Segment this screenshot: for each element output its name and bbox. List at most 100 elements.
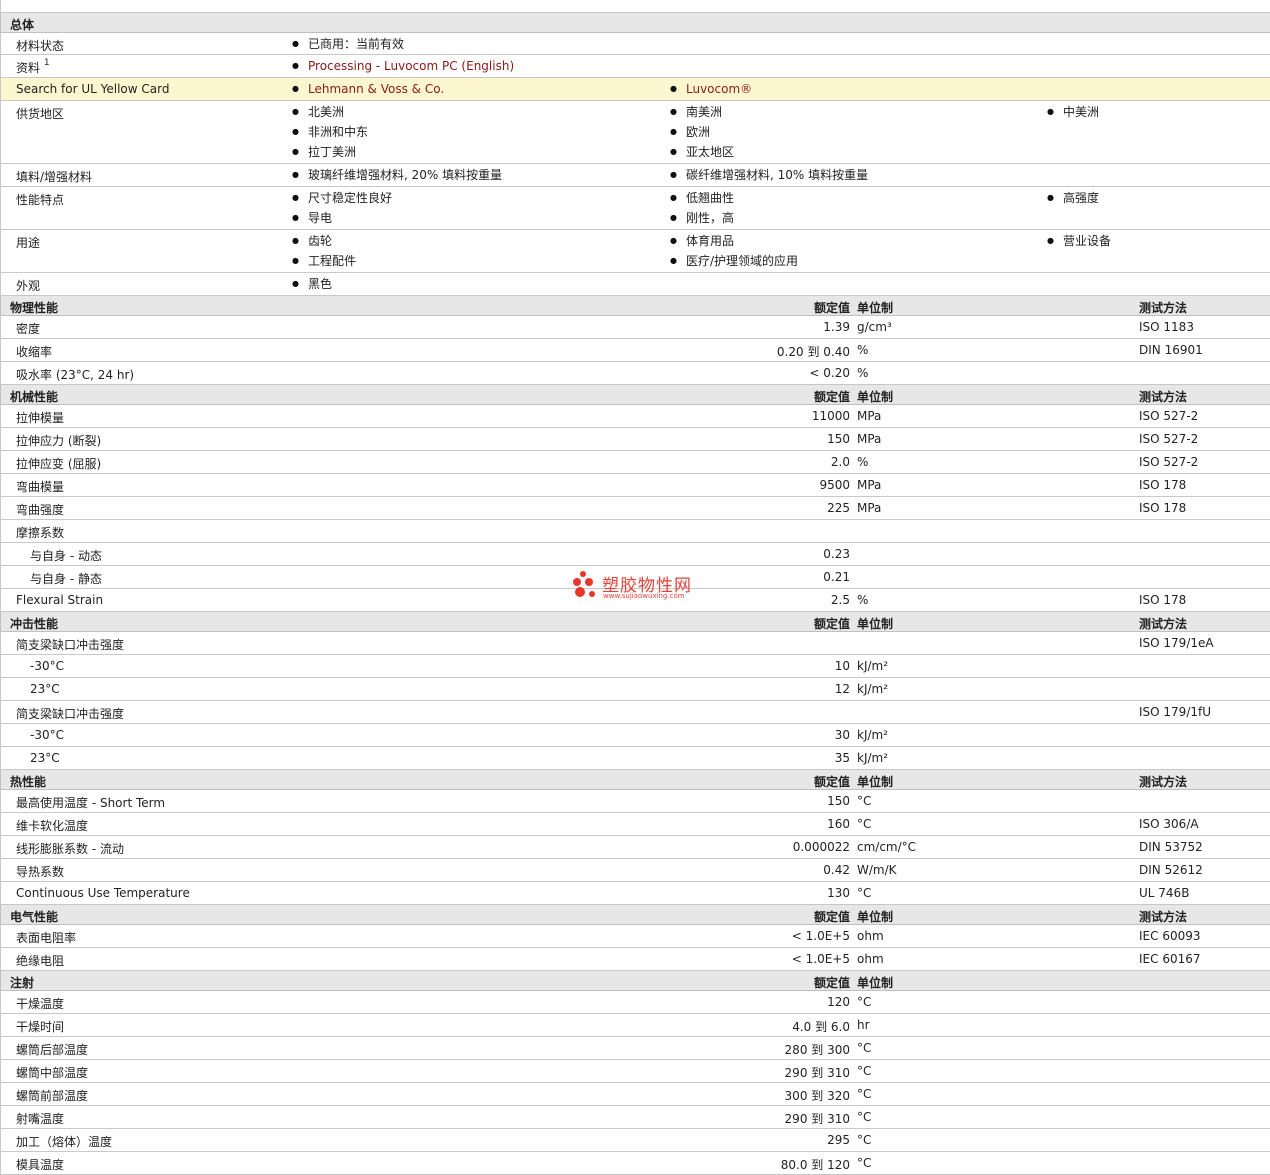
row-label: 维卡软化温度 [16, 819, 89, 833]
row-test-method: ISO 1183 [1139, 320, 1194, 334]
list-item: 高强度 [1047, 191, 1099, 211]
row-test-method: DIN 53752 [1139, 840, 1203, 854]
column-header-unit: 单位制 [857, 775, 894, 789]
section-title: 电气性能 [10, 910, 59, 924]
row-label: 与自身 - 动态 [30, 549, 102, 563]
table-row: 收缩率 0.20 到 0.40% DIN 16901 [0, 339, 1270, 362]
table-row: 维卡软化温度 160 °C ISO 306/A [0, 813, 1270, 836]
row-value: 11000 [811, 409, 850, 423]
section-title: 总体 [10, 18, 35, 32]
list-item: 已商用：当前有效 [292, 37, 404, 57]
row-value: 160 [827, 817, 850, 831]
row-label: -30°C [30, 659, 64, 673]
row-value: < 1.0E+5 [791, 952, 850, 966]
row-unit: % [857, 343, 869, 357]
bullet-list: Lehmann & Voss & Co. [292, 82, 444, 102]
row-label: 外观 [16, 279, 41, 293]
table-row: 干燥时间 4.0 到 6.0 hr [0, 1014, 1270, 1037]
column-header-test: 测试方法 [1139, 617, 1188, 631]
table-row: 吸水率 (23°C, 24 hr) < 0.20% [0, 362, 1270, 385]
row-unit: kJ/m² [857, 728, 889, 742]
row-unit: g/cm³ [857, 320, 892, 334]
row-documents: 资料 1 Processing - Luvocom PC (English) [0, 55, 1270, 78]
watermark-url: www.sujiaowuxing.com [603, 592, 685, 600]
row-label: 摩擦系数 [16, 526, 65, 540]
table-row: -30°C 30 kJ/m² [0, 724, 1270, 747]
row-label: 最高使用温度 - Short Term [16, 796, 166, 810]
row-unit: MPa [857, 478, 882, 492]
row-label: 性能特点 [16, 193, 65, 207]
list-item: 尺寸稳定性良好 [292, 191, 392, 211]
row-value: 280 到 300 [784, 1043, 850, 1057]
row-value: 4.0 到 6.0 [792, 1020, 850, 1034]
table-row: 23°C 35 kJ/m² [0, 747, 1270, 770]
column-header-test: 测试方法 [1139, 390, 1188, 404]
row-unit: MPa [857, 501, 882, 515]
column-header-value: 额定值 [813, 775, 850, 789]
ul-link-luvocom[interactable]: Luvocom® [670, 82, 752, 102]
row-unit: hr [857, 1018, 870, 1032]
row-label: 供货地区 [16, 107, 65, 121]
table-row: 螺筒后部温度 280 到 300 °C [0, 1037, 1270, 1060]
row-unit: °C [857, 794, 872, 808]
list-item: 导电 [292, 211, 392, 231]
list-item: 碳纤维增强材料, 10% 填料按重量 [670, 168, 868, 188]
row-value: 0.23 [823, 547, 850, 561]
property-rows: 密度 1.39 g/cm³ ISO 1183 收缩率 0.20 到 0.40% DIN 16… [0, 316, 1270, 385]
property-rows: 简支梁缺口冲击强度 ISO 179/1eA -30°C 10 kJ/m² 23°C 12 kJ… [0, 632, 1270, 770]
row-unit: °C [857, 886, 872, 900]
column-header-value: 额定值 [813, 301, 850, 315]
row-test-method: DIN 16901 [1139, 343, 1203, 357]
row-test-method: ISO 306/A [1139, 817, 1199, 831]
row-label: Continuous Use Temperature [16, 886, 190, 900]
column-header-unit: 单位制 [857, 390, 894, 404]
column-header-value: 额定值 [813, 617, 850, 631]
table-row: 弯曲模量 9500 MPa ISO 178 [0, 474, 1270, 497]
row-label: 螺筒前部温度 [16, 1089, 89, 1103]
property-rows: 表面电阻率 < 1.0E+5 ohm IEC 60093 绝缘电阻 < 1.0E+5 ohm… [0, 925, 1270, 971]
list-item: 刚性，高 [670, 211, 734, 231]
table-row: 弯曲强度 225 MPa ISO 178 [0, 497, 1270, 520]
list-item: 非洲和中东 [292, 125, 368, 145]
row-label: 螺筒后部温度 [16, 1043, 89, 1057]
section-title: 热性能 [10, 775, 47, 789]
section-title: 冲击性能 [10, 617, 59, 631]
table-row: 简支梁缺口冲击强度 ISO 179/1fU [0, 701, 1270, 724]
row-value: 35 [834, 751, 850, 765]
row-label: Search for UL Yellow Card [16, 82, 170, 96]
row-test-method: ISO 178 [1139, 501, 1187, 515]
table-row: 射嘴温度 290 到 310 °C [0, 1106, 1270, 1129]
table-row: 23°C 12 kJ/m² [0, 678, 1270, 701]
row-test-method: IEC 60167 [1139, 952, 1201, 966]
row-label: 导热系数 [16, 865, 65, 879]
watermark: 塑胶物性网 www.sujiaowuxing.com [572, 570, 702, 606]
column-header-unit: 单位制 [857, 617, 894, 631]
ul-link-lehmann[interactable]: Lehmann & Voss & Co. [292, 82, 444, 102]
table-row: 干燥温度 120 °C [0, 991, 1270, 1014]
bullet-list: Luvocom® [670, 82, 752, 102]
table-row: 拉伸模量 11000 MPa ISO 527-2 [0, 405, 1270, 428]
list-item: 齿轮 [292, 234, 356, 254]
table-row: 摩擦系数 [0, 520, 1270, 543]
section-header-thermal: 热性能 额定值 单位制 测试方法 [0, 770, 1270, 790]
row-value: 120 [827, 995, 850, 1009]
table-row: 简支梁缺口冲击强度 ISO 179/1eA [0, 632, 1270, 655]
row-value: 1.39 [823, 320, 850, 334]
section-header-impact: 冲击性能 额定值 单位制 测试方法 [0, 612, 1270, 632]
row-label: 用途 [16, 236, 41, 250]
row-label: 干燥时间 [16, 1020, 65, 1034]
document-link[interactable]: Processing - Luvocom PC (English) [292, 59, 514, 79]
row-value: 225 [827, 501, 850, 515]
row-value: < 1.0E+5 [791, 929, 850, 943]
row-value: 2.0 [830, 455, 850, 469]
bullet-list: 中美洲 [1047, 105, 1099, 125]
section-header-electrical: 电气性能 额定值 单位制 测试方法 [0, 905, 1270, 925]
row-unit: % [857, 366, 869, 380]
row-value: 30 [834, 728, 850, 742]
section-title: 注射 [10, 976, 35, 990]
row-unit: ohm [857, 952, 884, 966]
row-label: 密度 [16, 322, 41, 336]
row-unit: MPa [857, 432, 882, 446]
list-item: 营业设备 [1047, 234, 1111, 254]
table-row: 与自身 - 动态 0.23 [0, 543, 1270, 566]
